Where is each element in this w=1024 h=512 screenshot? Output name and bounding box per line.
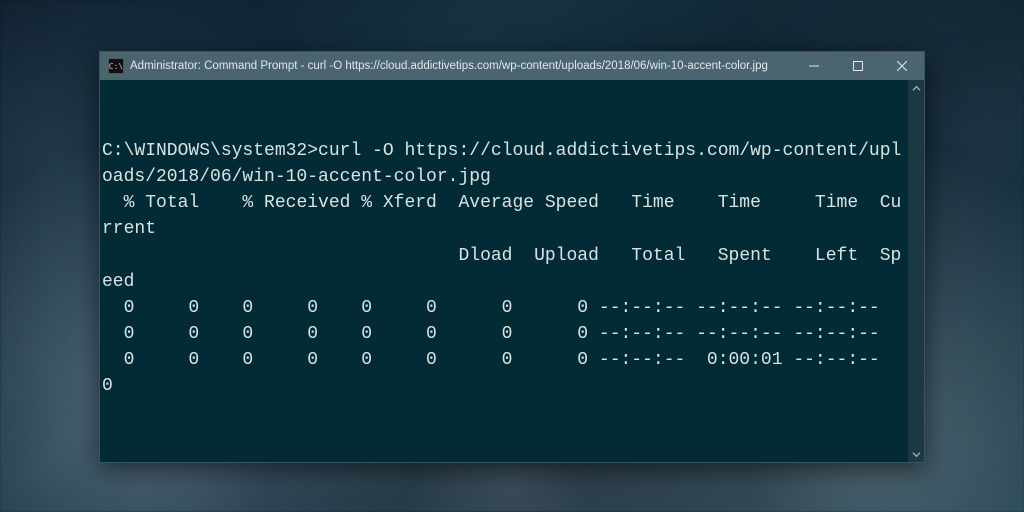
scroll-up-button[interactable] bbox=[908, 80, 924, 96]
window-controls bbox=[792, 52, 924, 80]
minimize-button[interactable] bbox=[792, 52, 836, 80]
curl-row: 0 0 0 0 0 0 0 0 --:--:-- --:--:-- --:--:… bbox=[102, 324, 880, 344]
vertical-scrollbar[interactable] bbox=[908, 80, 924, 462]
cmd-icon: C:\ bbox=[108, 58, 124, 74]
close-button[interactable] bbox=[880, 52, 924, 80]
maximize-button[interactable] bbox=[836, 52, 880, 80]
scroll-track[interactable] bbox=[908, 96, 924, 446]
titlebar[interactable]: C:\ Administrator: Command Prompt - curl… bbox=[100, 52, 924, 80]
command-prompt-window: C:\ Administrator: Command Prompt - curl… bbox=[99, 51, 925, 463]
terminal-area[interactable]: C:\WINDOWS\system32>curl -O https://clou… bbox=[100, 80, 924, 462]
prompt: C:\WINDOWS\system32> bbox=[102, 141, 318, 161]
curl-row: 0 0 0 0 0 0 0 0 --:--:-- 0:00:01 --:--:-… bbox=[102, 350, 924, 396]
terminal-output: C:\WINDOWS\system32>curl -O https://clou… bbox=[100, 138, 920, 399]
scroll-down-button[interactable] bbox=[908, 446, 924, 462]
window-title: Administrator: Command Prompt - curl -O … bbox=[130, 60, 792, 72]
curl-subheader: Dload Upload Total Spent Left Speed bbox=[102, 246, 901, 292]
curl-header: % Total % Received % Xferd Average Speed… bbox=[102, 193, 901, 239]
curl-row: 0 0 0 0 0 0 0 0 --:--:-- --:--:-- --:--:… bbox=[102, 298, 880, 318]
